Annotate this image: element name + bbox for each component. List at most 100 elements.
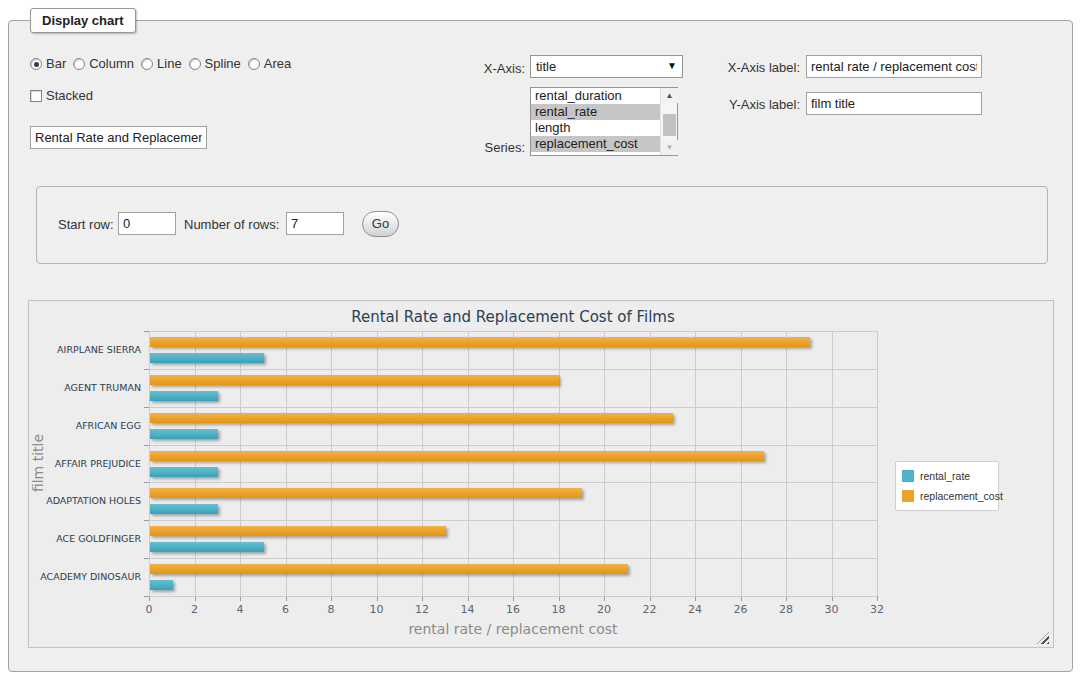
- series-option-rental_rate[interactable]: rental_rate: [531, 104, 660, 120]
- x-tick-label: 20: [584, 603, 624, 616]
- bar-replacement-cost[interactable]: [150, 564, 628, 574]
- start-row-input[interactable]: [118, 212, 176, 235]
- gridline-horizontal: [149, 331, 877, 332]
- x-axis-select[interactable]: title ▼: [530, 55, 683, 78]
- y-axis-title: film title: [30, 413, 46, 513]
- x-tick-mark: [877, 596, 878, 601]
- x-tick-label: 32: [857, 603, 897, 616]
- bar-rental-rate[interactable]: [150, 504, 218, 514]
- radio-label-area: Area: [264, 56, 291, 71]
- bar-replacement-cost[interactable]: [150, 488, 582, 498]
- bar-rental-rate[interactable]: [150, 429, 218, 439]
- legend-swatch: [902, 470, 914, 482]
- bar-rental-rate[interactable]: [150, 353, 264, 363]
- bar-replacement-cost[interactable]: [150, 413, 673, 423]
- x-tick-label: 16: [493, 603, 533, 616]
- y-tick-mark: [144, 369, 149, 370]
- gridline-horizontal: [149, 558, 877, 559]
- radio-label-column: Column: [89, 56, 134, 71]
- bar-rental-rate[interactable]: [150, 467, 218, 477]
- gridline-horizontal: [149, 482, 877, 483]
- chart-type-option-area: Area: [248, 56, 291, 71]
- radio-label-line: Line: [157, 56, 182, 71]
- legend-label: rental_rate: [920, 470, 970, 482]
- x-tick-label: 6: [266, 603, 306, 616]
- legend-swatch: [902, 490, 914, 502]
- chart-type-option-line: Line: [141, 56, 182, 71]
- gridline-vertical: [377, 331, 378, 596]
- radio-spline[interactable]: [189, 58, 201, 70]
- go-button[interactable]: Go: [362, 211, 399, 237]
- y-axis-label-label: Y-Axis label:: [690, 97, 800, 112]
- x-tick-label: 4: [220, 603, 260, 616]
- panel-title: Display chart: [30, 8, 136, 33]
- gridline-horizontal: [149, 445, 877, 446]
- x-axis-select-value: title: [536, 59, 556, 74]
- gridline-vertical: [877, 331, 878, 596]
- legend-label: replacement_cost: [920, 490, 1003, 502]
- gridline-horizontal: [149, 596, 877, 597]
- stacked-row: Stacked: [30, 88, 93, 103]
- category-label: AGENT TRUMAN: [29, 382, 141, 393]
- x-tick-label: 18: [539, 603, 579, 616]
- x-axis-select-label: X-Axis:: [425, 61, 525, 76]
- stacked-label: Stacked: [46, 88, 93, 103]
- gridline-vertical: [741, 331, 742, 596]
- x-tick-label: 10: [357, 603, 397, 616]
- stacked-checkbox[interactable]: [30, 90, 42, 102]
- gridline-horizontal: [149, 369, 877, 370]
- series-option-rental_duration[interactable]: rental_duration: [531, 88, 660, 104]
- x-tick-label: 26: [721, 603, 761, 616]
- scroll-down-icon[interactable]: ▼: [661, 140, 678, 155]
- number-of-rows-input[interactable]: [286, 212, 344, 235]
- bar-replacement-cost[interactable]: [150, 451, 764, 461]
- bar-rental-rate[interactable]: [150, 580, 173, 590]
- y-tick-mark: [144, 407, 149, 408]
- bar-replacement-cost[interactable]: [150, 375, 559, 385]
- resize-handle-icon[interactable]: [1037, 632, 1049, 644]
- bar-rental-rate[interactable]: [150, 391, 218, 401]
- chart-legend: rental_rate replacement_cost: [895, 461, 999, 511]
- x-tick-label: 8: [311, 603, 351, 616]
- gridline-vertical: [149, 331, 150, 596]
- scroll-up-icon[interactable]: ▲: [661, 88, 678, 103]
- legend-item-rental_rate[interactable]: rental_rate: [896, 466, 998, 486]
- x-tick-label: 22: [630, 603, 670, 616]
- gridline-vertical: [240, 331, 241, 596]
- series-select-label: Series:: [425, 140, 525, 155]
- x-axis-label-input[interactable]: [806, 55, 982, 78]
- legend-item-replacement_cost[interactable]: replacement_cost: [896, 486, 998, 506]
- bar-replacement-cost[interactable]: [150, 337, 810, 347]
- series-option-length[interactable]: length: [531, 120, 660, 136]
- x-tick-label: 28: [766, 603, 806, 616]
- radio-column[interactable]: [73, 58, 85, 70]
- y-axis-label-input[interactable]: [806, 92, 982, 115]
- chart-title-input[interactable]: [30, 126, 207, 149]
- x-axis-title: rental rate / replacement cost: [149, 621, 877, 637]
- x-tick-label: 0: [129, 603, 169, 616]
- chart-container: Rental Rate and Replacement Cost of Film…: [28, 300, 1054, 648]
- bar-replacement-cost[interactable]: [150, 526, 446, 536]
- category-label: ACADEMY DINOSAUR: [29, 571, 141, 582]
- series-option-replacement_cost[interactable]: replacement_cost: [531, 136, 660, 152]
- category-label: ACE GOLDFINGER: [29, 533, 141, 544]
- y-tick-mark: [144, 331, 149, 332]
- x-tick-label: 30: [812, 603, 852, 616]
- chevron-down-icon: ▼: [667, 60, 677, 71]
- y-tick-mark: [144, 558, 149, 559]
- chart-type-option-spline: Spline: [189, 56, 241, 71]
- radio-line[interactable]: [141, 58, 153, 70]
- bar-rental-rate[interactable]: [150, 542, 264, 552]
- radio-bar[interactable]: [30, 58, 42, 70]
- chart-type-option-column: Column: [73, 56, 134, 71]
- y-tick-mark: [144, 520, 149, 521]
- series-multiselect[interactable]: rental_durationrental_ratelengthreplacem…: [530, 87, 678, 156]
- gridline-vertical: [832, 331, 833, 596]
- gridline-vertical: [331, 331, 332, 596]
- radio-area[interactable]: [248, 58, 260, 70]
- gridline-horizontal: [149, 520, 877, 521]
- scrollbar-thumb[interactable]: [663, 114, 676, 136]
- gridline-vertical: [695, 331, 696, 596]
- series-scrollbar[interactable]: ▲ ▼: [660, 88, 677, 155]
- gridline-vertical: [286, 331, 287, 596]
